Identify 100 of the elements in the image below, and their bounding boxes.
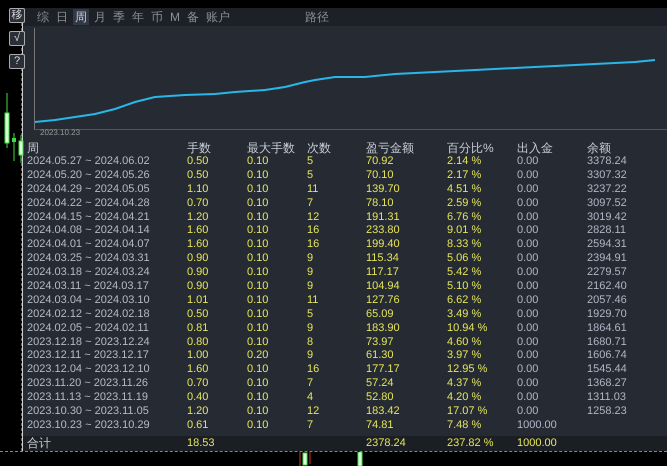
table-cell-text: 61.30 (366, 349, 395, 364)
tab[interactable]: 账户 (204, 8, 232, 25)
table-cell-text: 2378.24 (366, 436, 407, 451)
table-cell-text: 7 (307, 418, 314, 433)
table-cell-text: 4.20 % (447, 391, 482, 406)
table-cell-text: 0.10 (247, 308, 270, 322)
tab[interactable]: 备 (185, 8, 201, 25)
table-cell-text: 0.40 (187, 391, 210, 406)
table-cell-text: 0.50 (187, 168, 210, 183)
table-cell-text: 0.10 (247, 196, 270, 211)
table-cell-text: 0.00 (517, 377, 540, 392)
table-cell-text: 70.92 (366, 154, 395, 169)
table-cell-text: 0.10 (247, 280, 270, 294)
table-cell-text: 6.76 % (447, 210, 482, 224)
table-cell-text: 117.17 (366, 266, 400, 280)
table-cell-text: 0.00 (517, 405, 540, 419)
table-cell-text: 3307.32 (587, 168, 628, 183)
column-header: 周 (27, 142, 40, 155)
table-cell-text: 2828.11 (587, 224, 627, 238)
total-label: 合计 (27, 436, 52, 451)
table-cell-text: 199.40 (366, 238, 401, 252)
table-cell-text: 0.00 (517, 322, 540, 336)
table-cell-text: 4.60 % (447, 336, 482, 350)
column-header: 百分比% (447, 142, 495, 155)
table-cell-text: 7 (307, 377, 314, 392)
tab[interactable]: 日 (54, 8, 70, 25)
table-cell-text: 2023.12.18 ~ 2023.12.24 (27, 336, 151, 350)
table-cell-text: 127.76 (366, 294, 401, 308)
table-cell-text: 2023.12.04 ~ 2023.12.10 (27, 363, 151, 378)
table-cell-text: 3378.24 (587, 154, 628, 169)
table-cell-text: 5 (307, 308, 314, 322)
table-cell-text: 0.80 (187, 336, 210, 350)
table-cell-text: 1000.00 (517, 418, 558, 433)
table-cell-text: 1606.74 (587, 349, 628, 364)
table-cell-text: 3.49 % (447, 308, 482, 322)
table-cell-text: 0.00 (517, 308, 540, 322)
table-cell-text: 0.70 (187, 377, 210, 392)
table-cell-text: 2594.31 (587, 238, 628, 252)
tab[interactable]: 周 (73, 8, 89, 25)
table-cell-text: 2024.02.12 ~ 2024.02.18 (27, 308, 151, 322)
table-cell-text: 1680.71 (587, 336, 628, 350)
table-cell-text: 1.60 (187, 238, 210, 252)
table-cell-text: 8.33 % (447, 238, 482, 252)
table-cell-text: 2024.04.08 ~ 2024.04.14 (27, 224, 151, 238)
tab[interactable]: M (168, 8, 182, 25)
tab[interactable]: 月 (92, 8, 108, 25)
table-cell-text: 2.17 % (447, 168, 482, 183)
table-cell-text: 2024.04.22 ~ 2024.04.28 (27, 196, 151, 211)
table-cell-text: 2024.03.18 ~ 2024.03.24 (27, 266, 151, 280)
table-cell-text: 70.10 (366, 168, 395, 183)
table-cell-text: 16 (307, 224, 320, 238)
tab[interactable]: 季 (111, 8, 127, 25)
table-cell-text: 6.62 % (447, 294, 482, 308)
side-button[interactable]: ? (9, 54, 25, 69)
table-cell-text: 1.60 (187, 363, 210, 378)
table-cell-text: 3019.42 (587, 210, 628, 224)
table-cell-text: 0.00 (517, 238, 540, 252)
table-cell-text: 0.10 (247, 210, 270, 224)
table-cell-text: 2023.10.23 ~ 2023.10.29 (27, 418, 151, 433)
table-cell-text: 2162.40 (587, 280, 628, 294)
table-cell-text: 0.10 (247, 322, 270, 336)
table-cell-text: 0.00 (517, 252, 540, 266)
table-cell-text: 0.00 (517, 349, 540, 364)
table-cell-text: 2024.03.25 ~ 2024.03.31 (27, 252, 151, 266)
column-header: 手数 (187, 142, 212, 155)
table-cell-text: 4.51 % (447, 182, 482, 197)
table-cell-text: 1.20 (187, 405, 210, 419)
table-cell-text: 104.94 (366, 280, 401, 294)
table-cell-text: 4.37 % (447, 377, 482, 392)
table-cell-text: 5.42 % (447, 266, 482, 280)
tab[interactable]: 综 (35, 8, 51, 25)
table-cell-text: 0.10 (247, 294, 270, 308)
table-cell-text: 183.90 (366, 322, 401, 336)
table-cell-text: 2024.03.11 ~ 2024.03.17 (27, 280, 150, 294)
table-cell-text: 2024.04.01 ~ 2024.04.07 (27, 238, 151, 252)
table-cell-text: 1368.27 (587, 377, 628, 392)
side-button[interactable]: √ (9, 30, 25, 46)
table-cell-text: 3097.52 (587, 196, 628, 211)
table-cell-text: 0.50 (187, 308, 210, 322)
tab[interactable]: 币 (149, 8, 165, 25)
table-cell-text: 7 (307, 196, 314, 211)
side-button[interactable]: 移 (9, 8, 25, 23)
table-cell-text: 9 (307, 349, 314, 364)
table-cell-text: 1864.61 (587, 322, 628, 336)
table-cell-text: 0.90 (187, 266, 210, 280)
tab[interactable]: 路径 (303, 8, 331, 25)
column-header: 最大手数 (247, 142, 296, 155)
table-cell-text: 1545.44 (587, 363, 628, 378)
table-cell-text: 0.00 (517, 182, 540, 197)
tab[interactable]: 年 (130, 8, 146, 25)
table-cell-text: 9 (307, 280, 314, 294)
table-cell-text: 237.82 % (447, 436, 494, 451)
table-cell-text: 57.24 (366, 377, 395, 392)
table-cell-text: 0.70 (187, 196, 210, 211)
table-cell-text: 0.00 (517, 294, 540, 308)
column-header: 次数 (307, 142, 332, 155)
column-header: 余额 (587, 142, 612, 155)
table-cell-text: 0.90 (187, 280, 210, 294)
table-cell-text: 3237.22 (587, 182, 628, 197)
table-cell-text: 0.00 (517, 196, 540, 211)
